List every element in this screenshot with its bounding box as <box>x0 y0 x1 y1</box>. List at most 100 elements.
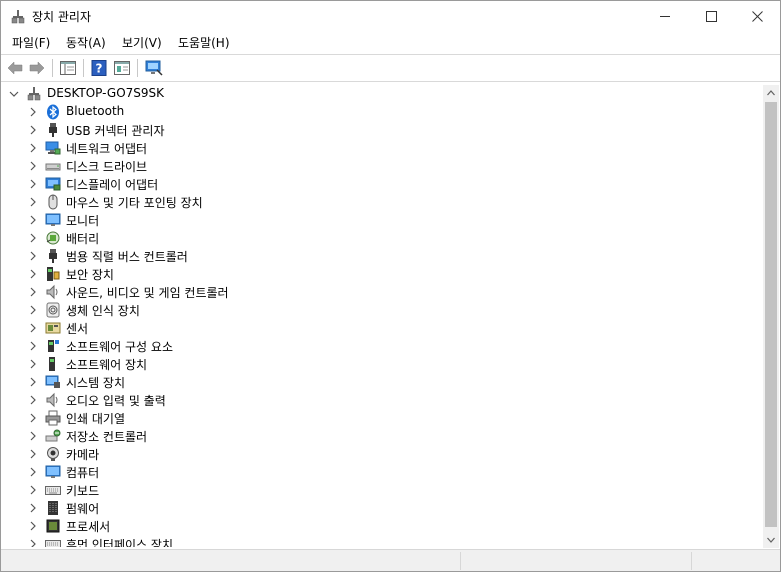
expand-chevron-icon[interactable] <box>27 484 39 496</box>
tree-item[interactable]: 배터리 <box>1 229 761 247</box>
tree-item[interactable]: 프로세서 <box>1 517 761 535</box>
collapse-chevron-icon[interactable] <box>8 88 20 100</box>
tree-item-label: 소프트웨어 장치 <box>66 358 148 372</box>
expand-chevron-icon[interactable] <box>27 322 39 334</box>
expand-chevron-icon[interactable] <box>27 358 39 370</box>
tree-item[interactable]: 키보드 <box>1 481 761 499</box>
tree-item-label: 보안 장치 <box>66 268 114 282</box>
tree-item-label: 마우스 및 기타 포인팅 장치 <box>66 196 203 210</box>
tree-item-label: USB 커넥터 관리자 <box>66 124 165 138</box>
expand-chevron-icon[interactable] <box>27 268 39 280</box>
tree-item[interactable]: 사운드, 비디오 및 게임 컨트롤러 <box>1 283 761 301</box>
expand-chevron-icon[interactable] <box>27 178 39 190</box>
tree-item[interactable]: 디스플레이 어댑터 <box>1 175 761 193</box>
tree-item[interactable]: 오디오 입력 및 출력 <box>1 391 761 409</box>
help-icon: ? <box>91 60 107 76</box>
toolbar-separator <box>52 59 53 77</box>
help-button[interactable]: ? <box>89 58 109 78</box>
device-tree[interactable]: DESKTOP-GO7S9SK Bluetooth USB 커넥터 관리자네트워크… <box>1 83 763 547</box>
tree-item[interactable]: 펌웨어 <box>1 499 761 517</box>
forward-button[interactable] <box>27 58 47 78</box>
menu-view[interactable]: 보기(V) <box>120 34 164 51</box>
bluetooth-icon <box>45 104 61 120</box>
expand-chevron-icon[interactable] <box>27 340 39 352</box>
expand-chevron-icon[interactable] <box>27 304 39 316</box>
maximize-button[interactable] <box>688 1 734 31</box>
menu-file[interactable]: 파일(F) <box>10 34 52 51</box>
tree-item[interactable]: 범용 직렬 버스 컨트롤러 <box>1 247 761 265</box>
expand-chevron-icon[interactable] <box>27 376 39 388</box>
system-device-icon <box>45 374 61 390</box>
expand-chevron-icon[interactable] <box>27 286 39 298</box>
expand-chevron-icon[interactable] <box>27 214 39 226</box>
expand-chevron-icon[interactable] <box>27 250 39 262</box>
tree-item[interactable]: 소프트웨어 구성 요소 <box>1 337 761 355</box>
properties-button[interactable] <box>112 58 132 78</box>
tree-item[interactable]: 인쇄 대기열 <box>1 409 761 427</box>
tree-item[interactable]: 저장소 컨트롤러 <box>1 427 761 445</box>
security-device-icon <box>45 266 61 282</box>
computer-root-icon <box>26 86 42 102</box>
tree-item[interactable]: 카메라 <box>1 445 761 463</box>
tree-item-label: 펌웨어 <box>66 502 100 516</box>
scan-hardware-button[interactable] <box>144 58 164 78</box>
title-bar[interactable]: 장치 관리자 <box>1 1 780 31</box>
tree-root-label: DESKTOP-GO7S9SK <box>47 86 165 100</box>
expand-chevron-icon[interactable] <box>27 232 39 244</box>
scroll-down-button[interactable] <box>763 532 779 548</box>
expand-chevron-icon[interactable] <box>27 520 39 532</box>
vertical-scrollbar[interactable] <box>763 85 779 548</box>
status-pane-main <box>1 552 461 570</box>
expand-chevron-icon[interactable] <box>27 142 39 154</box>
tree-item[interactable]: 생체 인식 장치 <box>1 301 761 319</box>
tree-item[interactable]: 센서 <box>1 319 761 337</box>
expand-chevron-icon[interactable] <box>27 448 39 460</box>
tree-item-label: 네트워크 어댑터 <box>66 142 148 156</box>
computer-icon <box>45 464 61 480</box>
tree-root-row[interactable]: DESKTOP-GO7S9SK <box>1 85 761 103</box>
tree-item-label: 디스플레이 어댑터 <box>66 178 159 192</box>
expand-chevron-icon[interactable] <box>27 160 39 172</box>
show-hide-console-tree-button[interactable] <box>58 58 78 78</box>
forward-icon <box>29 61 45 75</box>
tree-item[interactable]: 소프트웨어 장치 <box>1 355 761 373</box>
tree-item[interactable]: USB 커넥터 관리자 <box>1 121 761 139</box>
scan-hardware-icon <box>145 60 163 76</box>
close-button[interactable] <box>734 1 780 31</box>
expand-chevron-icon[interactable] <box>27 430 39 442</box>
scroll-up-button[interactable] <box>763 85 779 101</box>
expand-chevron-icon[interactable] <box>27 124 39 136</box>
tree-item-label: 시스템 장치 <box>66 376 126 390</box>
maximize-icon <box>705 10 717 22</box>
processor-icon <box>45 518 61 534</box>
tree-item-label: 프로세서 <box>66 520 111 534</box>
back-button[interactable] <box>5 58 25 78</box>
close-icon <box>751 10 763 22</box>
tree-item[interactable]: 네트워크 어댑터 <box>1 139 761 157</box>
expand-chevron-icon[interactable] <box>27 538 39 547</box>
disk-drive-icon <box>45 158 61 174</box>
tree-item-label: 소프트웨어 구성 요소 <box>66 340 173 354</box>
expand-chevron-icon[interactable] <box>27 502 39 514</box>
expand-chevron-icon[interactable] <box>27 466 39 478</box>
tree-item[interactable]: 시스템 장치 <box>1 373 761 391</box>
expand-chevron-icon[interactable] <box>27 394 39 406</box>
expand-chevron-icon[interactable] <box>27 106 39 118</box>
tree-item[interactable]: 디스크 드라이브 <box>1 157 761 175</box>
tree-item[interactable]: 휴먼 인터페이스 장치 <box>1 535 761 547</box>
expand-chevron-icon[interactable] <box>27 412 39 424</box>
tree-item-label: 인쇄 대기열 <box>66 412 126 426</box>
minimize-button[interactable] <box>642 1 688 31</box>
menu-action[interactable]: 동작(A) <box>64 34 108 51</box>
expand-chevron-icon[interactable] <box>27 196 39 208</box>
software-component-icon <box>45 338 61 354</box>
tree-item[interactable]: 보안 장치 <box>1 265 761 283</box>
tree-item[interactable]: Bluetooth <box>1 103 761 121</box>
menu-help[interactable]: 도움말(H) <box>176 34 232 51</box>
software-device-icon <box>45 356 61 372</box>
scroll-up-arrow-icon <box>767 90 775 96</box>
tree-item[interactable]: 마우스 및 기타 포인팅 장치 <box>1 193 761 211</box>
tree-item[interactable]: 모니터 <box>1 211 761 229</box>
scroll-thumb[interactable] <box>765 102 777 527</box>
tree-item[interactable]: 컴퓨터 <box>1 463 761 481</box>
